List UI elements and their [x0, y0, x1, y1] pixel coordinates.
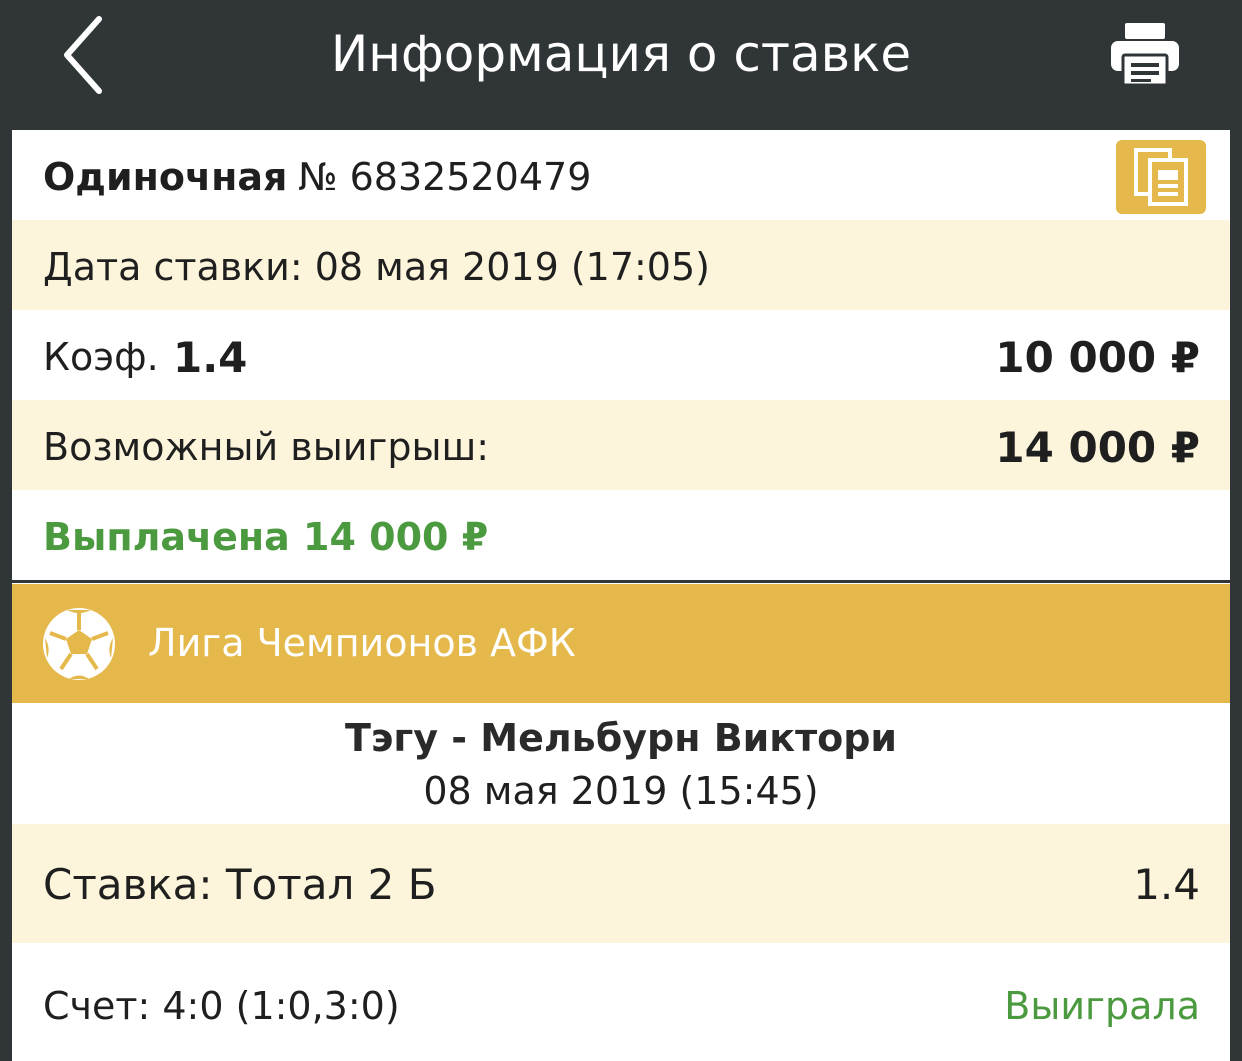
paid-status: Выплачена 14 000 ₽ — [43, 515, 489, 559]
result-status: Выиграла — [1004, 984, 1200, 1028]
match-info: Тэгу - Мельбурн Виктори 08 мая 2019 (15:… — [12, 703, 1230, 824]
bet-type: Одиночная — [43, 155, 288, 199]
match-teams: Тэгу - Мельбурн Виктори — [344, 716, 898, 760]
stake-amount: 10 000 ₽ — [995, 333, 1200, 382]
soccer-ball-icon — [43, 608, 115, 680]
printer-icon — [1111, 23, 1179, 87]
bet-number: № 6832520479 — [298, 155, 592, 199]
coef-row: Коэф. 1.4 10 000 ₽ — [12, 310, 1230, 400]
page-title: Информация о ставке — [330, 25, 912, 83]
coef-label: Коэф. — [43, 335, 159, 379]
bet-date: Дата ставки: 08 мая 2019 (17:05) — [43, 245, 710, 289]
possible-win-value: 14 000 ₽ — [995, 423, 1200, 472]
bet-id-row: Одиночная № 6832520479 — [12, 130, 1230, 220]
bet-date-row: Дата ставки: 08 мая 2019 (17:05) — [12, 220, 1230, 310]
league-name: Лига Чемпионов АФК — [148, 621, 576, 665]
copy-button[interactable] — [1116, 140, 1206, 214]
bet-card: Одиночная № 6832520479 Дата ставки: 08 м… — [12, 130, 1230, 1061]
possible-win-label: Возможный выигрыш: — [43, 425, 490, 469]
score-row: Счет: 4:0 (1:0,3:0) Выиграла — [12, 943, 1230, 1061]
bet-line-row: Ставка: Тотал 2 Б 1.4 — [12, 824, 1230, 943]
bet-line: Ставка: Тотал 2 Б — [43, 860, 437, 909]
coef-value: 1.4 — [173, 333, 248, 382]
league-header: Лига Чемпионов АФК — [12, 584, 1230, 703]
possible-win-row: Возможный выигрыш: 14 000 ₽ — [12, 400, 1230, 490]
match-datetime: 08 мая 2019 (15:45) — [423, 769, 819, 813]
back-button[interactable] — [48, 12, 118, 98]
top-bar: Информация о ставке — [0, 0, 1242, 118]
chevron-left-icon — [64, 16, 102, 94]
section-divider — [12, 580, 1230, 583]
paid-row: Выплачена 14 000 ₽ — [12, 490, 1230, 580]
copy-document-icon — [1134, 148, 1188, 206]
bet-line-coef: 1.4 — [1133, 860, 1200, 909]
score: Счет: 4:0 (1:0,3:0) — [43, 984, 400, 1028]
print-button[interactable] — [1100, 14, 1190, 94]
